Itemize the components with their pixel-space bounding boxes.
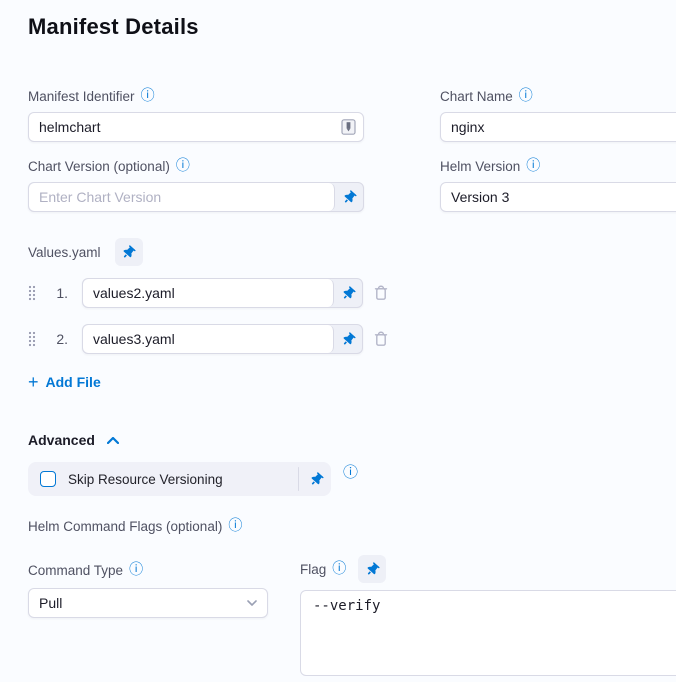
helm-command-flags-label: Helm Command Flags (optional) ⓘ [28,518,676,534]
plus-icon: + [28,375,39,389]
chevron-up-icon [107,437,119,444]
info-icon[interactable]: ⓘ [176,159,190,173]
chart-name-input[interactable] [440,112,676,142]
row-index: 1. [48,285,68,301]
chevron-down-icon [247,600,257,606]
pin-icon[interactable] [301,462,331,496]
command-type-label: Command Type ⓘ [28,562,268,578]
info-icon[interactable]: ⓘ [519,89,533,103]
advanced-toggle[interactable]: Advanced [28,432,119,448]
manifest-identifier-label: Manifest Identifier ⓘ [28,88,364,104]
helm-version-label: Helm Version ⓘ [440,158,676,174]
flag-label: Flag ⓘ [300,561,346,577]
row-index: 2. [48,331,68,347]
skip-resource-versioning-checkbox[interactable] [40,471,56,487]
pin-icon[interactable] [358,555,386,583]
values-yaml-header: Values.yaml [28,238,676,266]
chart-name-label: Chart Name ⓘ [440,88,676,104]
command-flag-row: Command Type ⓘ Pull Flag ⓘ --verify [28,562,676,681]
values-file-row: 1. [28,278,676,308]
pin-icon[interactable] [115,238,143,266]
command-type-select[interactable]: Pull [28,588,268,618]
drag-handle-icon[interactable] [28,331,38,347]
flag-header: Flag ⓘ [300,555,676,583]
trash-icon[interactable] [373,283,391,303]
skip-resource-versioning-field: Skip Resource Versioning [28,462,331,496]
info-icon[interactable]: ⓘ [526,159,540,173]
info-icon[interactable]: ⓘ [332,562,346,576]
info-icon[interactable]: ⓘ [141,89,155,103]
trash-icon[interactable] [373,329,391,349]
flag-input[interactable]: --verify [300,590,676,676]
values-file-row: 2. [28,324,676,354]
add-file-button[interactable]: + Add File [28,374,101,390]
page-title: Manifest Details [28,14,676,40]
drag-handle-icon[interactable] [28,285,38,301]
info-icon[interactable]: ⓘ [343,465,358,479]
form-row-2: Chart Version (optional) ⓘ Helm Version … [28,158,676,212]
chart-version-input[interactable] [29,183,335,211]
edit-id-icon[interactable] [341,119,356,135]
helm-version-select[interactable]: Version 3 [440,182,676,212]
info-icon[interactable]: ⓘ [228,519,242,533]
form-row-1: Manifest Identifier ⓘ Chart Name ⓘ [28,88,676,142]
values-file-input[interactable] [83,325,334,353]
manifest-details-panel: Manifest Details Manifest Identifier ⓘ C… [0,0,676,681]
pin-icon[interactable] [334,325,362,353]
divider [298,467,299,491]
chart-version-label: Chart Version (optional) ⓘ [28,158,364,174]
info-icon[interactable]: ⓘ [129,563,143,577]
skip-resource-versioning-label: Skip Resource Versioning [68,472,298,487]
pin-icon[interactable] [334,279,362,307]
pin-icon[interactable] [335,183,363,211]
values-yaml-label: Values.yaml [28,244,101,260]
values-file-input[interactable] [83,279,334,307]
manifest-identifier-input[interactable] [28,112,364,142]
